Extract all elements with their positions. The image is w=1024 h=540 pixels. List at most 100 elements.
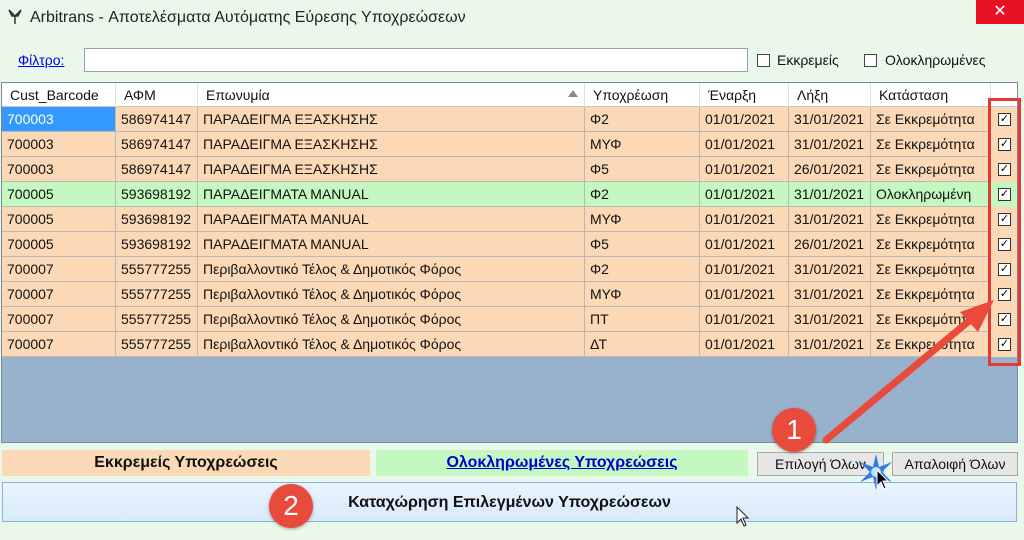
table-row[interactable]: 700007 555777255 Περιβαλλοντικό Τέλος & Δη… — [2, 257, 1017, 282]
mouse-cursor-icon — [876, 469, 890, 490]
cell-name[interactable]: ΠΑΡΑΔΕΙΓΜΑΤΑ MANUAL — [198, 207, 585, 232]
cell-afm[interactable]: 593698192 — [116, 182, 198, 207]
column-header-status[interactable]: Κατάσταση — [871, 83, 991, 107]
cell-end[interactable]: 31/01/2021 — [789, 107, 871, 132]
table-row[interactable]: 700007 555777255 Περιβαλλοντικό Τέλος & Δη… — [2, 307, 1017, 332]
cell-end[interactable]: 31/01/2021 — [789, 332, 871, 357]
cell-start[interactable]: 01/01/2021 — [700, 182, 789, 207]
cell-obligation[interactable]: ΜΥΦ — [585, 282, 700, 307]
cell-start[interactable]: 01/01/2021 — [700, 132, 789, 157]
table-row[interactable]: 700003 586974147 ΠΑΡΑΔΕΙΓΜΑ ΕΞΑΣΚΗΣΗΣ ΜΥΦ 01… — [2, 132, 1017, 157]
cell-end[interactable]: 31/01/2021 — [789, 182, 871, 207]
filter-link[interactable]: Φίλτρο: — [18, 52, 64, 68]
cell-status[interactable]: Σε Εκκρεμότητα — [871, 257, 991, 282]
cell-obligation[interactable]: Φ2 — [585, 107, 700, 132]
table-row[interactable]: 700005 593698192 ΠΑΡΑΔΕΙΓΜΑΤΑ MANUAL Φ2 01/0… — [2, 182, 1017, 207]
cell-name[interactable]: ΠΑΡΑΔΕΙΓΜΑ ΕΞΑΣΚΗΣΗΣ — [198, 132, 585, 157]
annotation-badge-1: 1 — [772, 408, 816, 452]
cell-cust-barcode[interactable]: 700007 — [2, 332, 116, 357]
cell-start[interactable]: 01/01/2021 — [700, 257, 789, 282]
cell-obligation[interactable]: ΜΥΦ — [585, 207, 700, 232]
cell-name[interactable]: Περιβαλλοντικό Τέλος & Δημοτικός Φόρος — [198, 257, 585, 282]
cell-obligation[interactable]: Φ5 — [585, 232, 700, 257]
cell-cust-barcode[interactable]: 700003 — [2, 157, 116, 182]
column-header-end[interactable]: Λήξη — [789, 83, 871, 107]
cell-start[interactable]: 01/01/2021 — [700, 307, 789, 332]
cell-end[interactable]: 31/01/2021 — [789, 207, 871, 232]
cell-cust-barcode[interactable]: 700005 — [2, 207, 116, 232]
column-header-obligation[interactable]: Υποχρέωση — [585, 83, 700, 107]
cell-afm[interactable]: 555777255 — [116, 332, 198, 357]
cell-start[interactable]: 01/01/2021 — [700, 332, 789, 357]
obligations-grid[interactable]: Cust_Barcode ΑΦΜ Επωνυμία Υποχρέωση Έναρ… — [1, 82, 1018, 443]
column-header-afm[interactable]: ΑΦΜ — [116, 83, 198, 107]
arbitrans-logo-icon — [8, 9, 22, 24]
cell-afm[interactable]: 586974147 — [116, 132, 198, 157]
cell-status[interactable]: Σε Εκκρεμότητα — [871, 332, 991, 357]
cell-end[interactable]: 31/01/2021 — [789, 307, 871, 332]
cell-obligation[interactable]: ΠΤ — [585, 307, 700, 332]
filter-input[interactable] — [84, 48, 748, 72]
cell-name[interactable]: Περιβαλλοντικό Τέλος & Δημοτικός Φόρος — [198, 282, 585, 307]
cell-status[interactable]: Σε Εκκρεμότητα — [871, 132, 991, 157]
cell-status[interactable]: Σε Εκκρεμότητα — [871, 307, 991, 332]
cell-name[interactable]: ΠΑΡΑΔΕΙΓΜΑΤΑ MANUAL — [198, 182, 585, 207]
cell-cust-barcode[interactable]: 700005 — [2, 232, 116, 257]
pending-filter-label: Εκκρεμείς — [777, 52, 839, 68]
annotation-badge-2: 2 — [269, 484, 313, 528]
cell-obligation[interactable]: Φ5 — [585, 157, 700, 182]
cell-status[interactable]: Σε Εκκρεμότητα — [871, 107, 991, 132]
cell-start[interactable]: 01/01/2021 — [700, 157, 789, 182]
cell-status[interactable]: Σε Εκκρεμότητα — [871, 207, 991, 232]
table-row[interactable]: 700005 593698192 ΠΑΡΑΔΕΙΓΜΑΤΑ MANUAL ΜΥΦ 01/… — [2, 207, 1017, 232]
cell-end[interactable]: 31/01/2021 — [789, 132, 871, 157]
cell-afm[interactable]: 593698192 — [116, 207, 198, 232]
cell-start[interactable]: 01/01/2021 — [700, 107, 789, 132]
cell-afm[interactable]: 555777255 — [116, 282, 198, 307]
cell-afm[interactable]: 586974147 — [116, 107, 198, 132]
cell-name[interactable]: ΠΑΡΑΔΕΙΓΜΑ ΕΞΑΣΚΗΣΗΣ — [198, 157, 585, 182]
cell-name[interactable]: Περιβαλλοντικό Τέλος & Δημοτικός Φόρος — [198, 332, 585, 357]
table-row[interactable]: 700003 586974147 ΠΑΡΑΔΕΙΓΜΑ ΕΞΑΣΚΗΣΗΣ Φ5 01/… — [2, 157, 1017, 182]
cell-status[interactable]: Σε Εκκρεμότητα — [871, 232, 991, 257]
cell-obligation[interactable]: ΜΥΦ — [585, 132, 700, 157]
cell-afm[interactable]: 555777255 — [116, 307, 198, 332]
completed-obligations-legend[interactable]: Ολοκληρωμένες Υποχρεώσεις — [376, 450, 748, 476]
table-row[interactable]: 700007 555777255 Περιβαλλοντικό Τέλος & Δη… — [2, 282, 1017, 307]
cell-cust-barcode[interactable]: 700003 — [2, 107, 116, 132]
cell-end[interactable]: 31/01/2021 — [789, 257, 871, 282]
cell-cust-barcode[interactable]: 700007 — [2, 282, 116, 307]
column-header-name[interactable]: Επωνυμία — [198, 83, 585, 107]
cell-name[interactable]: ΠΑΡΑΔΕΙΓΜΑ ΕΞΑΣΚΗΣΗΣ — [198, 107, 585, 132]
column-header-cust-barcode[interactable]: Cust_Barcode — [2, 83, 116, 107]
cell-afm[interactable]: 593698192 — [116, 232, 198, 257]
cell-afm[interactable]: 586974147 — [116, 157, 198, 182]
cell-start[interactable]: 01/01/2021 — [700, 207, 789, 232]
close-button[interactable]: ✕ — [976, 0, 1024, 24]
cell-start[interactable]: 01/01/2021 — [700, 282, 789, 307]
table-row[interactable]: 700005 593698192 ΠΑΡΑΔΕΙΓΜΑΤΑ MANUAL Φ5 01/0… — [2, 232, 1017, 257]
cell-cust-barcode[interactable]: 700005 — [2, 182, 116, 207]
cell-end[interactable]: 26/01/2021 — [789, 232, 871, 257]
cell-obligation[interactable]: Φ2 — [585, 182, 700, 207]
cell-name[interactable]: Περιβαλλοντικό Τέλος & Δημοτικός Φόρος — [198, 307, 585, 332]
cell-cust-barcode[interactable]: 700007 — [2, 307, 116, 332]
completed-filter-checkbox[interactable] — [864, 54, 877, 67]
cell-cust-barcode[interactable]: 700003 — [2, 132, 116, 157]
column-header-start[interactable]: Έναρξη — [700, 83, 789, 107]
cell-obligation[interactable]: ΔΤ — [585, 332, 700, 357]
cell-obligation[interactable]: Φ2 — [585, 257, 700, 282]
cell-name[interactable]: ΠΑΡΑΔΕΙΓΜΑΤΑ MANUAL — [198, 232, 585, 257]
table-row[interactable]: 700003 586974147 ΠΑΡΑΔΕΙΓΜΑ ΕΞΑΣΚΗΣΗΣ Φ2 01/… — [2, 107, 1017, 132]
cell-start[interactable]: 01/01/2021 — [700, 232, 789, 257]
cell-afm[interactable]: 555777255 — [116, 257, 198, 282]
pending-filter-checkbox[interactable] — [757, 54, 770, 67]
cell-end[interactable]: 26/01/2021 — [789, 157, 871, 182]
cell-status[interactable]: Ολοκληρωμένη — [871, 182, 991, 207]
cell-status[interactable]: Σε Εκκρεμότητα — [871, 282, 991, 307]
cell-end[interactable]: 31/01/2021 — [789, 282, 871, 307]
cell-status[interactable]: Σε Εκκρεμότητα — [871, 157, 991, 182]
cell-cust-barcode[interactable]: 700007 — [2, 257, 116, 282]
clear-all-button[interactable]: Απαλοιφή Όλων — [892, 452, 1018, 476]
table-row[interactable]: 700007 555777255 Περιβαλλοντικό Τέλος & Δη… — [2, 332, 1017, 357]
